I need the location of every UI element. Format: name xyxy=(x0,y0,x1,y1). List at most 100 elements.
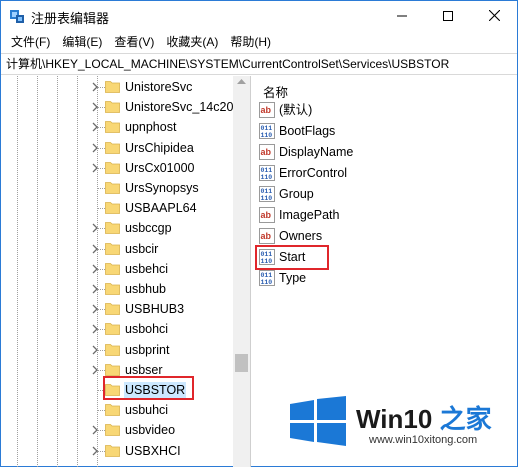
svg-text:011: 011 xyxy=(261,125,273,132)
chevron-right-icon[interactable] xyxy=(90,365,100,375)
chevron-right-icon[interactable] xyxy=(90,122,100,132)
folder-icon xyxy=(105,121,120,134)
usbstor-highlight-box xyxy=(103,376,194,400)
string-value-icon: ab xyxy=(259,144,275,160)
binary-value-icon: 011110 xyxy=(259,123,275,139)
binary-value-icon: 011110 xyxy=(259,270,275,286)
tree-item[interactable]: usbehci xyxy=(1,259,233,279)
maximize-button[interactable] xyxy=(425,1,471,30)
watermark-url: www.win10xitong.com xyxy=(369,434,478,446)
folder-icon xyxy=(105,424,120,437)
chevron-right-icon[interactable] xyxy=(90,223,100,233)
folder-icon xyxy=(105,303,120,316)
tree-item[interactable]: usbhub xyxy=(1,279,233,299)
chevron-right-icon[interactable] xyxy=(90,345,100,355)
name-column-header[interactable]: 名称 xyxy=(263,82,288,101)
tree-item[interactable]: USBAAPL64 xyxy=(1,198,233,218)
svg-text:110: 110 xyxy=(261,174,273,181)
chevron-right-icon[interactable] xyxy=(90,284,100,294)
folder-icon xyxy=(105,81,120,93)
chevron-right-icon[interactable] xyxy=(90,143,100,153)
folder-icon xyxy=(105,262,120,275)
registry-editor-window: 注册表编辑器 文件(F) 编辑(E) 查看(V) 收藏夹(A) 帮助(H) 计算… xyxy=(0,0,518,467)
folder-icon xyxy=(105,182,120,194)
tree-item[interactable]: usbvideo xyxy=(1,420,233,440)
binary-value-icon: 011110 xyxy=(259,186,275,202)
chevron-right-icon[interactable] xyxy=(90,244,100,254)
minimize-icon xyxy=(397,15,407,16)
tree-item-label: usbhub xyxy=(125,282,167,296)
watermark: Win10 之家 www.win10xitong.com xyxy=(286,386,518,466)
chevron-right-icon[interactable] xyxy=(90,446,100,456)
chevron-right-icon[interactable] xyxy=(90,425,100,435)
tree-item[interactable]: UrsSynopsys xyxy=(1,178,233,198)
value-row[interactable]: 011 110 Type xyxy=(259,268,509,289)
svg-text:ab: ab xyxy=(261,147,272,157)
tree-item-label: usbccgp xyxy=(125,221,172,236)
tree-item[interactable]: usbuhci xyxy=(1,400,233,420)
title-bar: 注册表编辑器 xyxy=(1,1,517,30)
value-name: BootFlags xyxy=(279,124,336,138)
minimize-button[interactable] xyxy=(379,1,425,30)
menu-view[interactable]: 查看(V) xyxy=(108,32,160,52)
tree-item-label: usbcir xyxy=(125,241,159,256)
tree-connector xyxy=(97,188,105,189)
tree-item[interactable]: usbohci xyxy=(1,319,233,339)
tree-item-label: usbvideo xyxy=(125,423,176,438)
value-name: Group xyxy=(279,187,314,201)
tree-item[interactable]: UnistoreSvc xyxy=(1,77,233,97)
tree-scrollbar[interactable] xyxy=(233,76,250,467)
string-value-icon: ab xyxy=(259,102,275,118)
tree-item[interactable]: usbcir xyxy=(1,239,233,259)
value-name: Owners xyxy=(279,229,323,243)
watermark-brand-suffix: 之家 xyxy=(432,404,492,434)
scroll-up-arrow-icon[interactable] xyxy=(237,78,246,84)
chevron-right-icon[interactable] xyxy=(90,163,100,173)
tree-item-label: UrsChipidea xyxy=(125,140,194,155)
value-name: ImagePath xyxy=(279,208,340,222)
value-row[interactable]: 011 110 BootFlags xyxy=(259,121,509,142)
close-button[interactable] xyxy=(471,1,517,30)
folder-icon xyxy=(105,101,120,114)
tree-item[interactable]: upnphost xyxy=(1,117,233,137)
tree-item-label: USBHUB3 xyxy=(125,302,185,317)
address-bar[interactable]: 计算机\HKEY_LOCAL_MACHINE\SYSTEM\CurrentCon… xyxy=(1,53,517,75)
tree-item-label: UnistoreSvc xyxy=(125,80,193,94)
value-row[interactable]: ab Owners xyxy=(259,226,509,247)
tree-item[interactable]: USBHUB3 xyxy=(1,299,233,319)
folder-icon xyxy=(105,323,120,336)
tree-item-label: UrsCx01000 xyxy=(125,160,195,175)
scrollbar-thumb[interactable] xyxy=(235,354,248,372)
svg-text:ab: ab xyxy=(261,231,272,241)
svg-text:ab: ab xyxy=(261,210,272,220)
tree-item[interactable]: UrsCx01000 xyxy=(1,158,233,178)
value-row[interactable]: ab DisplayName xyxy=(259,142,509,163)
chevron-right-icon[interactable] xyxy=(90,82,100,92)
chevron-right-icon[interactable] xyxy=(90,304,100,314)
tree-item[interactable]: UnistoreSvc_14c20 xyxy=(1,97,233,117)
menu-favorites[interactable]: 收藏夹(A) xyxy=(160,32,224,52)
tree-item[interactable]: usbccgp xyxy=(1,218,233,238)
value-row[interactable]: ab ImagePath xyxy=(259,205,509,226)
chevron-right-icon[interactable] xyxy=(90,102,100,112)
menu-edit[interactable]: 编辑(E) xyxy=(56,32,108,52)
registry-app-icon xyxy=(10,10,24,23)
folder-icon xyxy=(105,141,120,154)
svg-text:110: 110 xyxy=(261,279,273,286)
tree-item[interactable]: UrsChipidea xyxy=(1,138,233,158)
folder-icon xyxy=(105,404,120,417)
menu-file[interactable]: 文件(F) xyxy=(5,32,56,52)
tree-item[interactable]: usbprint xyxy=(1,340,233,360)
menu-help[interactable]: 帮助(H) xyxy=(224,32,277,52)
key-tree-pane: UnistoreSvc UnistoreSvc_14c20 upnphost UrsC… xyxy=(1,76,251,467)
value-row[interactable]: 011 110 Group xyxy=(259,184,509,205)
tree-item-label: usbprint xyxy=(125,342,170,357)
chevron-right-icon[interactable] xyxy=(90,324,100,334)
chevron-right-icon[interactable] xyxy=(90,264,100,274)
tree-item[interactable]: USBXHCI xyxy=(1,441,233,461)
value-row[interactable]: ab (默认) xyxy=(259,100,509,121)
value-name: DisplayName xyxy=(279,145,354,159)
svg-text:011: 011 xyxy=(261,272,273,279)
tree-item-label: USBAAPL64 xyxy=(125,201,197,216)
value-row[interactable]: 011 110 ErrorControl xyxy=(259,163,509,184)
